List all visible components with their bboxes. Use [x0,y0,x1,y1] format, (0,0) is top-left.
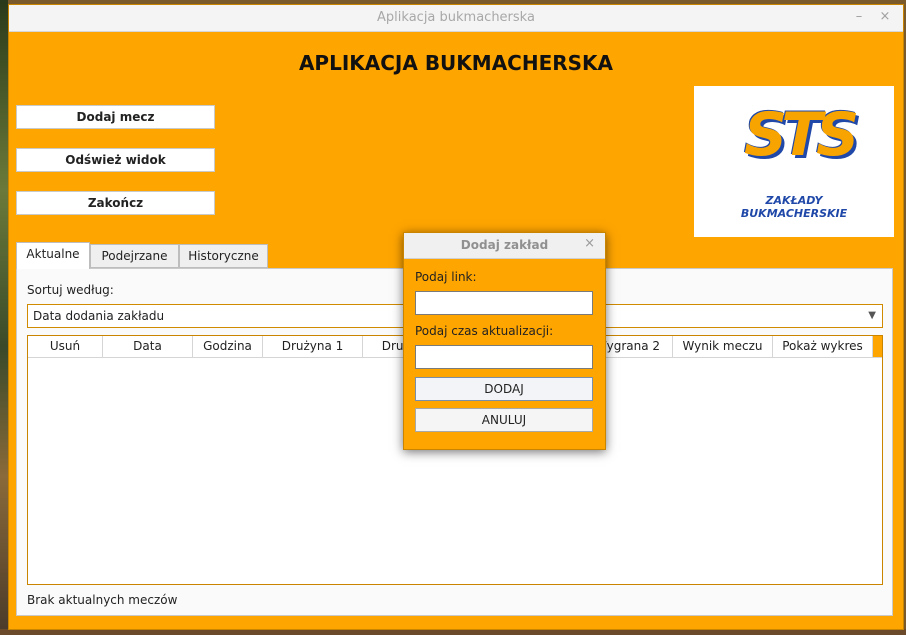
sort-selected-value: Data dodania zakładu [33,309,165,323]
column-date[interactable]: Data [103,336,193,357]
column-time[interactable]: Godzina [193,336,263,357]
column-team1[interactable]: Drużyna 1 [263,336,363,357]
dialog-close-icon[interactable]: × [584,236,595,251]
update-time-input[interactable] [415,345,593,369]
link-input[interactable] [415,291,593,315]
table-header-corner [873,336,882,357]
refresh-view-button[interactable]: Odśwież widok [16,148,215,172]
dialog-title: Dodaj zakład [460,238,549,252]
column-delete[interactable]: Usuń [28,336,103,357]
window-titlebar: Aplikacja bukmacherska – × [9,5,903,32]
tab-suspicious[interactable]: Podejrzane [90,244,179,268]
column-match-result[interactable]: Wynik meczu [673,336,773,357]
link-label: Podaj link: [415,270,477,284]
desktop-background [0,0,8,635]
column-show-chart[interactable]: Pokaż wykres [773,336,873,357]
add-bet-dialog: Dodaj zakład × Podaj link: Podaj czas ak… [403,232,606,450]
cancel-button[interactable]: ANULUJ [415,408,593,432]
logo-line1: ZAKŁADY [765,194,823,207]
close-icon[interactable]: × [877,9,893,25]
logo-line2: BUKMACHERSKIE [740,207,848,220]
sort-label: Sortuj według: [27,283,114,297]
exit-button[interactable]: Zakończ [16,191,215,215]
minimize-icon[interactable]: – [851,9,867,25]
app-title: APLIKACJA BUKMACHERSKA [298,51,614,75]
logo-brand: STS [744,100,859,170]
add-button[interactable]: DODAJ [415,377,593,401]
update-time-label: Podaj czas aktualizacji: [415,324,554,338]
tab-current[interactable]: Aktualne [16,242,90,269]
sts-logo: STS ZAKŁADY BUKMACHERSKIE [694,86,894,237]
dialog-titlebar: Dodaj zakład × [404,233,605,259]
window-title: Aplikacja bukmacherska [377,10,535,25]
tab-historical[interactable]: Historyczne [179,244,268,268]
add-match-button[interactable]: Dodaj mecz [16,105,215,129]
chevron-down-icon: ▼ [868,310,876,321]
status-text: Brak aktualnych meczów [27,593,178,607]
